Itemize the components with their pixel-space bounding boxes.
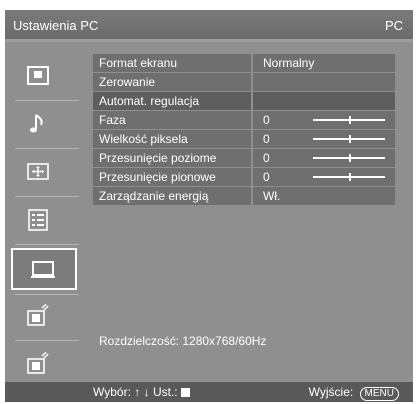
footer-hints: Wybór: ↑ ↓ Ust.: Wyjście: MENU — [5, 382, 413, 402]
category-sidebar — [5, 52, 85, 378]
navigation-hint: Wybór: ↑ ↓ Ust.: — [93, 385, 190, 399]
menu-row-zerowanie[interactable]: Zerowanie — [93, 73, 395, 91]
menu-row-label: Zarządzanie energią — [93, 187, 251, 205]
input-source-label: PC — [384, 18, 403, 33]
slider-knob — [349, 154, 351, 162]
resolution-info: Rozdzielczość: 1280x768/60Hz — [99, 334, 267, 348]
slider-knob — [349, 135, 351, 143]
faza-slider[interactable] — [313, 116, 385, 124]
menu-row-format-ekranu[interactable]: Format ekranu Normalny — [93, 54, 395, 72]
sound-note-icon — [30, 114, 43, 133]
menu-row-label: Wielkość piksela — [93, 130, 251, 148]
pc-settings-osd: Ustawienia PC PC Format ekranu Normalny … — [5, 10, 413, 402]
sidebar-item-pc[interactable] — [11, 248, 77, 290]
menu-title: Ustawienia PC — [13, 18, 99, 33]
menu-row-przesuniecie-pionowe[interactable]: Przesunięcie pionowe 0 — [93, 168, 395, 186]
select-label: Wybór: — [93, 385, 131, 399]
pc-monitor-icon — [31, 261, 55, 278]
sidebar-item-picture[interactable] — [13, 58, 67, 94]
przesuniecie-pionowe-slider[interactable] — [313, 173, 385, 181]
title-bar: Ustawienia PC PC — [5, 10, 413, 42]
menu-row-label: Zerowanie — [93, 73, 251, 91]
enter-key-icon — [180, 388, 190, 397]
menu-row-faza[interactable]: Faza 0 — [93, 111, 395, 129]
up-down-arrows-icon: ↑ ↓ — [134, 385, 150, 399]
divider — [15, 148, 79, 149]
sidebar-item-analog-input[interactable] — [13, 298, 67, 334]
sidebar-item-screen[interactable] — [13, 154, 67, 190]
divider — [15, 244, 79, 245]
slider-knob — [349, 116, 351, 124]
exit-label: Wyjście: — [308, 385, 354, 399]
divider — [15, 340, 79, 341]
menu-row-label: Format ekranu — [93, 54, 251, 72]
menu-row-przesuniecie-poziome[interactable]: Przesunięcie poziome 0 — [93, 149, 395, 167]
menu-row-label: Przesunięcie poziome — [93, 149, 251, 167]
setup-list-icon — [28, 209, 48, 231]
sidebar-item-sound[interactable] — [13, 106, 67, 142]
set-label: Ust.: — [152, 385, 178, 399]
menu-row-label: Automat. regulacja — [93, 92, 251, 110]
divider — [15, 294, 79, 295]
divider — [15, 100, 79, 101]
menu-row-automat-regulacja[interactable]: Automat. regulacja — [93, 92, 395, 110]
slider-knob — [349, 173, 351, 181]
sidebar-item-setup[interactable] — [13, 202, 67, 238]
exit-hint: Wyjście: MENU — [309, 385, 399, 401]
digital-input-icon — [27, 352, 49, 374]
menu-row-value — [253, 73, 395, 91]
przesuniecie-poziome-slider[interactable] — [313, 154, 385, 162]
menu-row-value: Normalny — [253, 54, 395, 72]
menu-row-label: Przesunięcie pionowe — [93, 168, 251, 186]
sidebar-item-digital-input[interactable] — [13, 346, 67, 382]
analog-input-icon — [27, 304, 49, 326]
menu-row-value — [253, 92, 395, 110]
menu-row-zarzadzanie-energia[interactable]: Zarządzanie energią Wł. — [93, 187, 395, 205]
menu-row-wielkosc-piksela[interactable]: Wielkość piksela 0 — [93, 130, 395, 148]
screen-adjust-icon — [27, 163, 49, 180]
picture-icon — [27, 66, 49, 85]
menu-key-icon: MENU — [359, 387, 399, 401]
wielkosc-piksela-slider[interactable] — [313, 135, 385, 143]
menu-row-label: Faza — [93, 111, 251, 129]
divider — [15, 196, 79, 197]
menu-row-value: Wł. — [253, 187, 395, 205]
